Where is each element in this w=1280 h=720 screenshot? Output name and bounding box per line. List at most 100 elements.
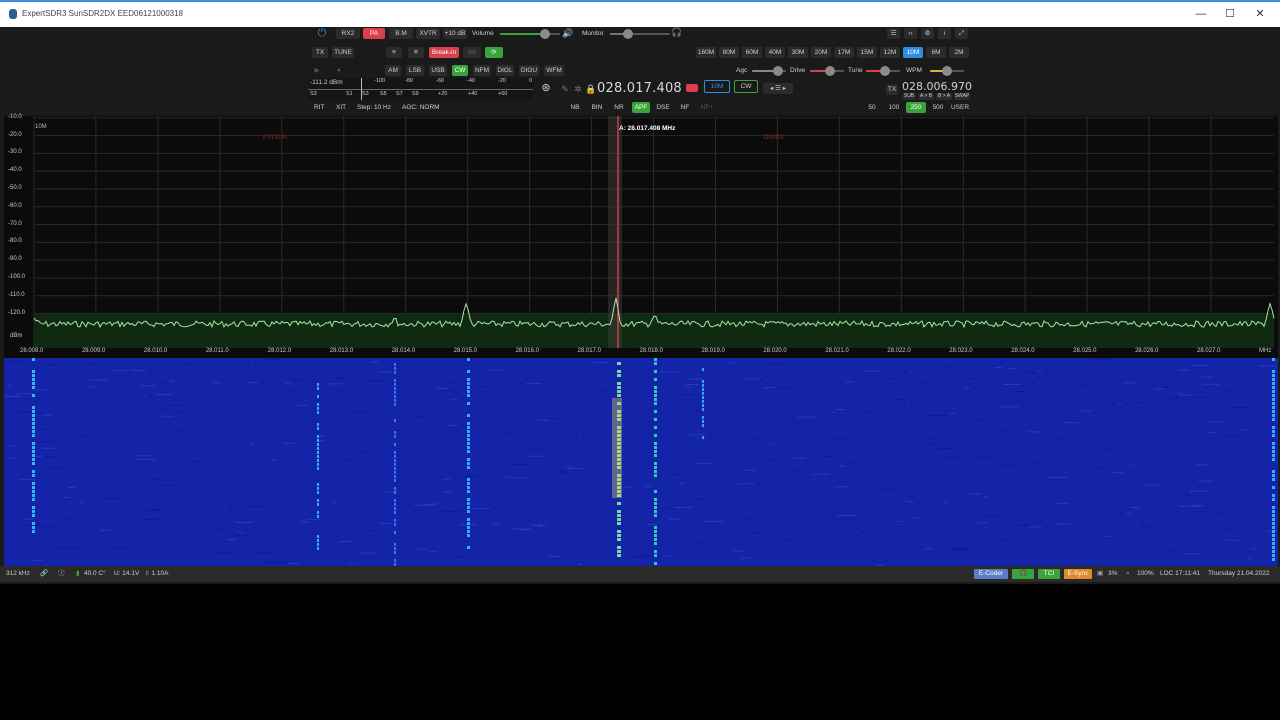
tune-power-slider[interactable] [866,66,900,76]
vfo-a-band[interactable]: 10M [704,80,730,93]
bandwidth-button-100[interactable]: 100 [884,102,904,113]
fullscreen-icon[interactable]: ⤢ [955,28,968,39]
headset-chip[interactable]: 🎧 [1012,569,1034,579]
menu-icon[interactable]: ☰ [887,28,900,39]
monitor-slider[interactable] [610,29,670,39]
info-icon[interactable]: i [938,28,951,39]
filter-button-nf[interactable]: NF [676,102,694,113]
gear-small-icon[interactable]: ✲ [573,84,583,95]
volume-slider[interactable] [500,29,560,39]
vfo-b-tx-button[interactable]: TX [886,84,898,95]
waterfall-noise [855,531,858,533]
waterfall-noise [445,389,460,391]
vfo-b-frequency[interactable]: 028.006.970 [902,80,972,93]
waterfall-noise [679,482,685,484]
vfo-a-frequency[interactable]: 028.017.408 [597,81,682,96]
mode-button-cw[interactable]: CW [452,65,468,76]
pa-button[interactable]: PA [363,28,385,39]
agc-mode-label[interactable]: AGC: NORM [402,104,440,111]
mode-button-wfm[interactable]: WFM [544,65,564,76]
filter-button-apf[interactable]: APF [632,102,650,113]
swap-button[interactable]: SWAP [954,93,970,100]
agc-slider[interactable] [752,66,786,76]
band-button-40m[interactable]: 40M [765,47,785,58]
tune-button[interactable]: TUNE [332,47,354,58]
vfo-a-mode[interactable]: CW [734,80,758,93]
band-button-2m[interactable]: 2M [949,47,969,58]
ecoder-chip[interactable]: E-Coder [974,569,1008,579]
filter-button-bin[interactable]: BIN [588,102,606,113]
close-button[interactable]: ✕ [1246,6,1274,22]
breakin-button[interactable]: Break-in [429,47,459,58]
band-button-17m[interactable]: 17M [834,47,854,58]
band-button-60m[interactable]: 60M [742,47,762,58]
waterfall-signal [317,503,319,506]
step-label[interactable]: Step: 10 Hz [357,104,391,111]
headphones-icon[interactable]: 🎧 [671,27,683,38]
spot-right[interactable]: DA0DX [764,135,784,141]
bandwidth-button-50[interactable]: 50 [862,102,882,113]
bandwidth-button-500[interactable]: 500 [928,102,948,113]
mode-button-digu[interactable]: DIGU [519,65,539,76]
filter-button-dse[interactable]: DSE [654,102,672,113]
record-icon[interactable]: ⟳ [485,47,503,58]
vfo-nav-arrows[interactable]: ◂ ☰ ▸ [763,83,793,94]
filter-button-nr[interactable]: NR [610,102,628,113]
mode-button-am[interactable]: AM [385,65,401,76]
bandwidth-button-user[interactable]: USER [950,102,970,113]
mode-button-usb[interactable]: USB [429,65,447,76]
rx2-button[interactable]: RX2 [336,28,360,39]
waterfall-noise [799,532,803,534]
mode-prev-icon[interactable]: ▶ [312,65,322,76]
a-to-b-button[interactable]: A > B [918,93,934,100]
code-icon[interactable]: ‹› [904,28,917,39]
spectrum-plot[interactable] [4,116,1278,358]
band-button-80m[interactable]: 80M [719,47,739,58]
vox-icon[interactable]: ○○ [463,47,481,58]
minimize-button[interactable]: — [1187,6,1215,22]
power-icon[interactable]: ⏻ [315,28,329,39]
esync-chip[interactable]: E-Sync [1064,569,1092,579]
waterfall-panel[interactable] [4,358,1278,566]
info-circle-icon[interactable]: ⓘ [58,569,65,579]
mic-mute-icon[interactable]: ✕ [408,47,424,58]
band-button-12m[interactable]: 12M [880,47,900,58]
tci-chip[interactable]: TCI [1038,569,1060,579]
waterfall-signal [394,371,396,374]
xvtr-button[interactable]: XVTR [416,28,440,39]
band-button-160m[interactable]: 160M [696,47,716,58]
waterfall-plot[interactable] [4,358,1278,566]
band-button-6m[interactable]: 6M [926,47,946,58]
waterfall-noise [423,503,436,505]
dial-icon[interactable]: ⊛ [540,83,552,94]
spectrum-panel[interactable]: 10M PY1SUN DA0DX A: 28.017.408 MHz dBm M… [4,114,1278,358]
band-button-15m[interactable]: 15M [857,47,877,58]
b-to-a-button[interactable]: B > A [936,93,952,100]
settings-icon[interactable]: ⚙ [921,28,934,39]
rit-button[interactable]: RIT [314,104,324,111]
lock-icon[interactable]: 🔒 [585,84,596,95]
band-button-30m[interactable]: 30M [788,47,808,58]
sub-button[interactable]: SUB [902,93,916,100]
mode-button-nfm[interactable]: NFM [473,65,491,76]
bm-button[interactable]: B.M [389,28,413,39]
wpm-slider[interactable] [930,66,964,76]
bandwidth-button-250[interactable]: 250 [906,102,926,113]
band-button-10m[interactable]: 10M [903,47,923,58]
band-button-20m[interactable]: 20M [811,47,831,58]
waterfall-noise [999,429,1012,431]
xit-button[interactable]: XIT [336,104,346,111]
filter-button-nb[interactable]: NB [566,102,584,113]
maximize-button[interactable]: ☐ [1216,6,1244,22]
spot-left[interactable]: PY1SUN [263,135,287,141]
tx-button[interactable]: TX [312,47,328,58]
mode-button-lsb[interactable]: LSB [406,65,424,76]
equalizer-icon[interactable]: ≡ [386,47,402,58]
mode-button-digl[interactable]: DIGL [496,65,514,76]
preamp-button[interactable]: +10 dB [443,28,467,39]
speaker-icon[interactable]: 🔊 [562,28,573,39]
filter-button-nf-plus[interactable]: NF+ [698,102,716,113]
pen-icon[interactable]: ✎ [560,84,570,95]
drive-slider[interactable] [810,66,844,76]
link-icon[interactable]: 🔗 [40,569,48,579]
